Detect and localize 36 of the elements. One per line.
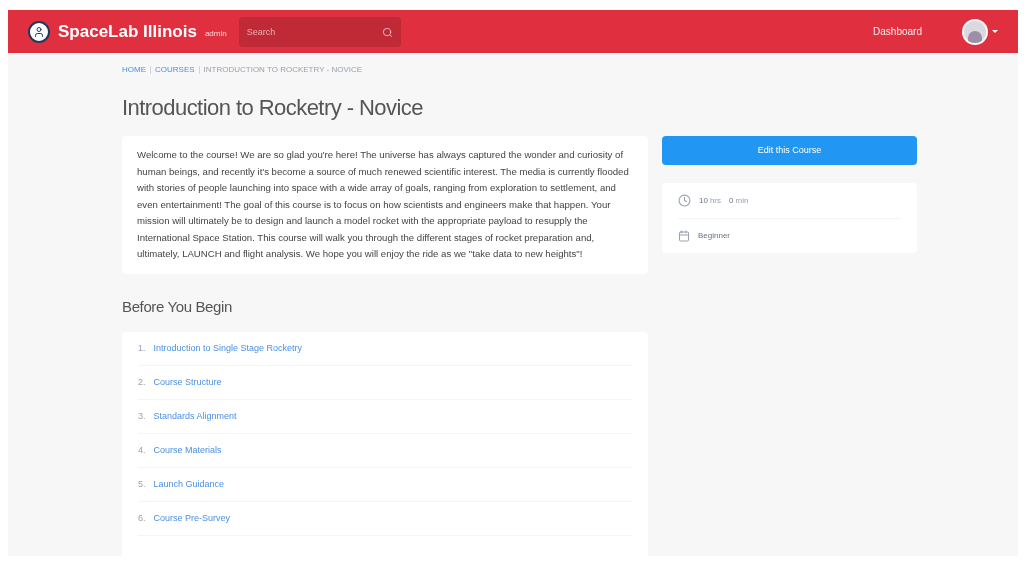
brand-name[interactable]: SpaceLab Illinois [58,18,197,45]
lesson-number: 1. [138,341,146,355]
logo-icon [28,20,50,43]
breadcrumb-link[interactable]: HOME [122,64,146,76]
lesson-link[interactable]: Launch Guidance [153,477,225,492]
level-label: Beginner [698,230,731,242]
clock-icon [678,194,691,207]
lesson-number: 5. [138,477,146,491]
lesson-link[interactable]: Introduction to Single Stage Rocketry [153,341,303,356]
section-title: Before You Begin [122,296,233,317]
lesson-number: 6. [138,511,146,525]
lesson-number: 3. [138,409,146,423]
search-field[interactable]: Search [238,16,401,47]
duration-unit: hrs [709,194,722,207]
brand-tag: admin [204,27,227,40]
lesson-number: 4. [138,443,146,457]
avatar-icon[interactable] [962,18,988,45]
lesson-link[interactable]: Standards Alignment [153,409,237,424]
page-title: Introduction to Rocketry - Novice [122,94,424,122]
lesson-link[interactable]: Course Pre-Survey [153,511,231,526]
breadcrumb-link[interactable]: COURSES [155,64,195,76]
duration-value: 0 [729,194,734,207]
caret-icon[interactable] [992,30,998,33]
nav-link[interactable]: Dashboard [873,24,922,39]
breadcrumb-divider [198,66,200,74]
course-description: Welcome to the course! We are so glad you're here! The universe has always captured the wonder and curiosity of human beings, and recently it's become a source of much renewed scientific interest. The media is currently flooded with stories of people launching into space with a wide array of goals, ranging from exploration to settlement, and even entertainment! The goal of this course is to focus on how scientists and engineers make that happen. Your mission will ultimately be to design and launch a model rocket with the appropriate payload to resupply the International Space Station. This course will walk you through the different stages of rocket preparation and, ultimately, LAUNCH and flight analysis. We hope you will enjoy the ride as we "take data to new heights"! [137,148,630,261]
calendar-icon [678,230,690,242]
duration-unit: min [735,194,749,207]
breadcrumb-divider [150,66,151,74]
lesson-link[interactable]: Course Structure [153,375,222,390]
edit-course-button[interactable]: Edit this Course [662,136,917,165]
duration-value: 10 [699,194,708,207]
lesson-number: 2. [138,375,146,389]
search-icon[interactable] [381,26,393,38]
lesson-link[interactable]: Course Materials [153,443,222,458]
breadcrumb-current: INTRODUCTION TO ROCKETRY - NOVICE [203,64,363,76]
